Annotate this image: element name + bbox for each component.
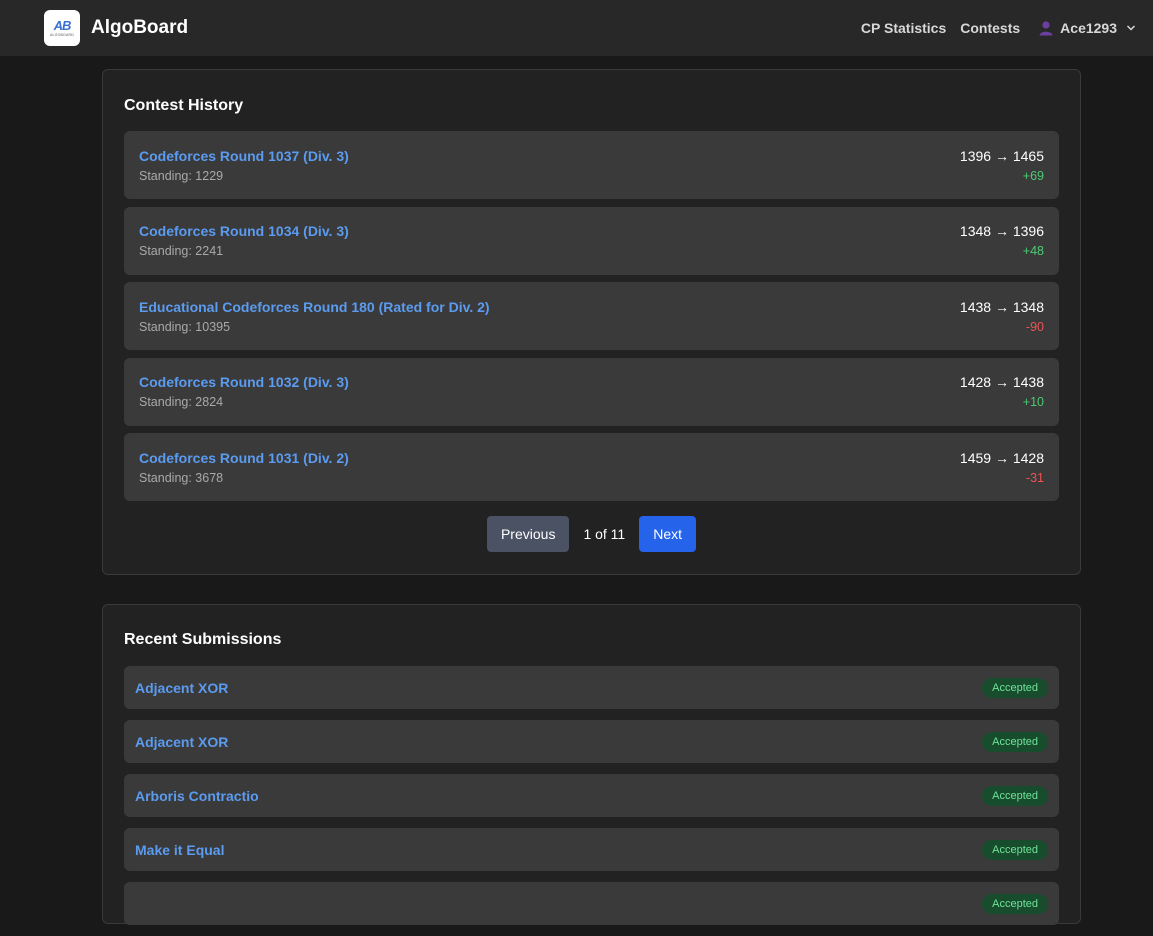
logo-mark: AB — [53, 17, 72, 33]
verdict-badge: Accepted — [982, 839, 1048, 860]
rating-delta: +10 — [1022, 395, 1044, 409]
verdict-badge: Accepted — [982, 785, 1048, 806]
contest-item: Codeforces Round 1031 (Div. 2) Standing:… — [124, 433, 1059, 501]
next-button[interactable]: Next — [639, 516, 697, 552]
submission-item: Accepted — [124, 882, 1059, 925]
verdict-badge: Accepted — [982, 893, 1048, 914]
problem-name-link[interactable]: Adjacent XOR — [135, 734, 228, 750]
problem-name-link[interactable]: Adjacent XOR — [135, 680, 228, 696]
submission-item: Adjacent XOR Accepted — [124, 666, 1059, 709]
contest-item: Codeforces Round 1037 (Div. 3) Standing:… — [124, 131, 1059, 199]
rating-delta: -31 — [1025, 470, 1044, 485]
username: Ace1293 — [1060, 20, 1117, 36]
contest-standing: Standing: 3678 — [139, 470, 224, 485]
nav-menu: CP Statistics Contests Ace1293 — [861, 20, 1136, 36]
recent-submissions-card: Recent Submissions Adjacent XOR Accepted… — [102, 604, 1081, 925]
contest-item: Codeforces Round 1032 (Div. 3) Standing:… — [124, 357, 1059, 426]
user-menu[interactable]: Ace1293 — [1038, 20, 1136, 36]
contest-standing: Standing: 2241 — [139, 244, 224, 258]
rating-change: 1396 → 1465 — [959, 147, 1044, 164]
logo: AB ALGOBOARD — [44, 10, 80, 46]
contest-name-link[interactable]: Educational Codeforces Round 180 (Rated … — [139, 299, 490, 315]
nav-link-contests[interactable]: Contests — [960, 20, 1020, 36]
contest-name-link[interactable]: Codeforces Round 1031 (Div. 2) — [139, 450, 349, 466]
submission-list: Adjacent XOR Accepted Adjacent XOR Accep… — [124, 666, 1059, 936]
rating-delta: -90 — [1025, 319, 1044, 334]
logo-subtext: ALGOBOARD — [50, 32, 74, 37]
pagination: Previous 1 of 11 Next — [103, 516, 1082, 552]
verdict-badge: Accepted — [982, 677, 1048, 698]
contest-standing: Standing: 10395 — [139, 319, 231, 334]
submission-item: Make it Equal Accepted — [124, 828, 1059, 871]
submission-item: Adjacent XOR Accepted — [124, 720, 1059, 763]
rating-delta: +48 — [1022, 244, 1044, 258]
contest-name-link[interactable]: Codeforces Round 1034 (Div. 3) — [139, 223, 349, 239]
submission-item: Arboris Contractio Accepted — [124, 774, 1059, 817]
contest-item: Codeforces Round 1034 (Div. 3) Standing:… — [124, 206, 1059, 275]
rating-change: 1438 → 1348 — [959, 298, 1044, 315]
contest-standing: Standing: 1229 — [139, 168, 224, 183]
contest-standing: Standing: 2824 — [139, 395, 224, 409]
problem-name-link[interactable]: Make it Equal — [135, 842, 224, 858]
user-icon — [1039, 21, 1053, 36]
brand[interactable]: AB ALGOBOARD AlgoBoard — [44, 10, 188, 46]
contest-list: Codeforces Round 1037 (Div. 3) Standing:… — [124, 131, 1059, 509]
top-navbar: AB ALGOBOARD AlgoBoard CP Statistics Con… — [0, 0, 1153, 56]
chevron-down-icon — [1126, 25, 1136, 31]
contest-name-link[interactable]: Codeforces Round 1037 (Div. 3) — [139, 148, 349, 164]
page-info: 1 of 11 — [583, 526, 626, 542]
rating-delta: +69 — [1022, 168, 1044, 183]
contest-name-link[interactable]: Codeforces Round 1032 (Div. 3) — [139, 374, 349, 390]
recent-submissions-title: Recent Submissions — [124, 631, 282, 648]
verdict-badge: Accepted — [982, 731, 1048, 752]
rating-change: 1348 → 1396 — [959, 223, 1044, 239]
rating-change: 1428 → 1438 — [959, 374, 1044, 390]
contest-history-title: Contest History — [124, 97, 244, 114]
previous-button[interactable]: Previous — [486, 516, 570, 552]
problem-name-link[interactable]: Arboris Contractio — [135, 788, 259, 804]
nav-link-cp-statistics[interactable]: CP Statistics — [861, 20, 946, 36]
contest-item: Educational Codeforces Round 180 (Rated … — [124, 282, 1059, 350]
brand-name: AlgoBoard — [91, 17, 189, 38]
rating-change: 1459 → 1428 — [959, 449, 1044, 466]
contest-history-card: Contest History Codeforces Round 1037 (D… — [102, 69, 1081, 575]
